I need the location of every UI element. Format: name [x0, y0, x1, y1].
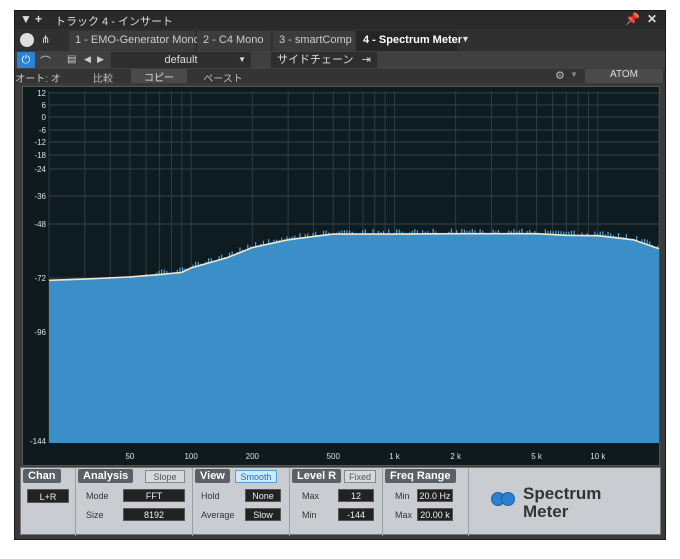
y-tick-label: -36	[34, 192, 46, 201]
freq-max-label: Max	[395, 510, 413, 520]
preset-name: default	[164, 54, 198, 66]
x-tick-label: 200	[246, 452, 260, 461]
freq-min-field[interactable]: 20.0 Hz	[417, 489, 453, 502]
size-select[interactable]: 8192	[123, 508, 185, 521]
x-tick-label: 100	[184, 452, 198, 461]
level-section: Level R Fixed Max 12 Min -144	[290, 468, 383, 536]
presonus-logo-icon-2	[501, 492, 515, 506]
x-tick-label: 1 k	[389, 452, 401, 461]
hold-label: Hold	[201, 491, 220, 501]
level-min-field[interactable]: -144	[338, 508, 374, 521]
title-bar: ▼ + トラック 4 - インサート 📌 ✕	[15, 11, 665, 29]
preset-bar: ⏻ ⌒ ▤ ◀ ▶ default ▼ サイドチェーン ⇥	[15, 51, 665, 69]
x-tick-label: 500	[327, 452, 341, 461]
sidechain-icon: ⇥	[361, 54, 371, 66]
slope-toggle[interactable]: Slope	[145, 470, 185, 483]
chan-header: Chan	[23, 469, 61, 483]
freq-section: Freq Range Min 20.0 Hz Max 20.00 k	[383, 468, 469, 536]
x-tick-label: 2 k	[450, 452, 462, 461]
level-max-label: Max	[302, 491, 320, 501]
routing-icon[interactable]: ⋔	[41, 33, 50, 46]
preset-selector[interactable]: default ▼	[111, 52, 251, 68]
x-tick-label: 5 k	[531, 452, 543, 461]
smooth-toggle[interactable]: Smooth	[235, 470, 277, 483]
fixed-toggle[interactable]: Fixed	[344, 470, 376, 483]
average-label: Average	[201, 510, 235, 520]
power-button[interactable]: ⏻	[17, 52, 35, 68]
spectrum-chart: 12 6 0 -6 -12 -18 -24 -36 -48 -72 -96 -144 50 100 200 5…	[30, 89, 660, 461]
x-tick-label: 10 k	[590, 452, 606, 461]
preset-next-icon[interactable]: ▶	[97, 54, 104, 65]
preset-list-icon[interactable]: ▤	[67, 54, 76, 65]
add-icon[interactable]: +	[35, 12, 42, 26]
gear-dropdown-icon[interactable]: ▼	[570, 70, 578, 79]
y-tick-label: 0	[42, 113, 47, 122]
average-select[interactable]: Slow	[245, 508, 281, 521]
y-tick-label: -24	[34, 165, 46, 174]
collapse-icon[interactable]: ▼	[20, 12, 32, 26]
hold-select[interactable]: None	[245, 489, 281, 502]
options-bar: オート: オフ 比較 コピー ペースト ⚙ ▼ ATOM	[15, 69, 665, 100]
paste-button[interactable]: ペースト	[195, 70, 251, 85]
y-tick-label: -18	[34, 151, 46, 160]
chan-section: Chan L+R	[21, 468, 76, 536]
spectrum-display: 12 6 0 -6 -12 -18 -24 -36 -48 -72 -96 -144 50 100 200 5…	[22, 86, 660, 466]
view-section: View Smooth Hold None Average Slow	[193, 468, 290, 536]
y-tick-label: -6	[39, 126, 47, 135]
power-icon[interactable]	[20, 33, 34, 47]
device-button[interactable]: ATOM	[585, 69, 663, 83]
y-tick-label: -72	[34, 274, 46, 283]
freq-min-label: Min	[395, 491, 410, 501]
analysis-header: Analysis	[78, 469, 134, 483]
tab-spectrum-meter[interactable]: 4 - Spectrum Meter	[357, 31, 462, 51]
mode-select[interactable]: FFT	[123, 489, 185, 502]
mode-label: Mode	[86, 491, 109, 501]
brand-line1: Spectrum	[523, 484, 602, 503]
y-tick-label: -12	[34, 138, 46, 147]
y-tick-label: 6	[42, 101, 47, 110]
level-min-label: Min	[302, 510, 317, 520]
pin-icon[interactable]: 📌	[625, 12, 640, 26]
tab-c4-mono[interactable]: 2 - C4 Mono	[197, 31, 271, 51]
level-header: Level R	[292, 469, 342, 483]
y-tick-label: -96	[34, 328, 46, 337]
sidechain-label: サイドチェーン	[277, 54, 354, 66]
y-tick-label: 12	[37, 89, 46, 98]
size-label: Size	[86, 510, 104, 520]
y-tick-label: -144	[30, 437, 47, 446]
freq-header: Freq Range	[385, 469, 456, 483]
x-tick-label: 50	[125, 452, 134, 461]
tab-smartcomp[interactable]: 3 - smartComp	[273, 31, 355, 51]
brand-line2: Meter	[523, 502, 569, 521]
sidechain-button[interactable]: サイドチェーン ⇥	[271, 52, 377, 68]
analysis-section: Analysis Slope Mode FFT Size 8192	[76, 468, 193, 536]
compare-button[interactable]: 比較	[83, 70, 123, 85]
preset-prev-icon[interactable]: ◀	[84, 54, 91, 65]
window-title: トラック 4 - インサート	[55, 16, 173, 28]
chevron-down-icon: ▼	[238, 55, 246, 64]
tab-bar: ⋔ 1 - EMO-Generator Mono 2 - C4 Mono 3 -…	[15, 29, 665, 51]
copy-button[interactable]: コピー	[131, 69, 187, 84]
gear-icon[interactable]: ⚙	[555, 69, 565, 82]
tab-emo-generator[interactable]: 1 - EMO-Generator Mono	[69, 31, 200, 51]
chan-select[interactable]: L+R	[27, 489, 69, 503]
view-header: View	[195, 469, 230, 483]
control-panel: Chan L+R Analysis Slope Mode FFT Size 81…	[20, 467, 661, 536]
freq-max-field[interactable]: 20.00 k	[417, 508, 453, 521]
automation-icon[interactable]: ⌒	[40, 53, 51, 69]
plugin-window: ▼ + トラック 4 - インサート 📌 ✕ ⋔ 1 - EMO-Generat…	[14, 10, 666, 540]
tab-dropdown-icon[interactable]: ▼	[461, 34, 470, 44]
y-tick-label: -48	[34, 220, 46, 229]
brand-logo: Spectrum Meter	[491, 484, 651, 524]
level-max-field[interactable]: 12	[338, 489, 374, 502]
close-icon[interactable]: ✕	[647, 12, 657, 26]
